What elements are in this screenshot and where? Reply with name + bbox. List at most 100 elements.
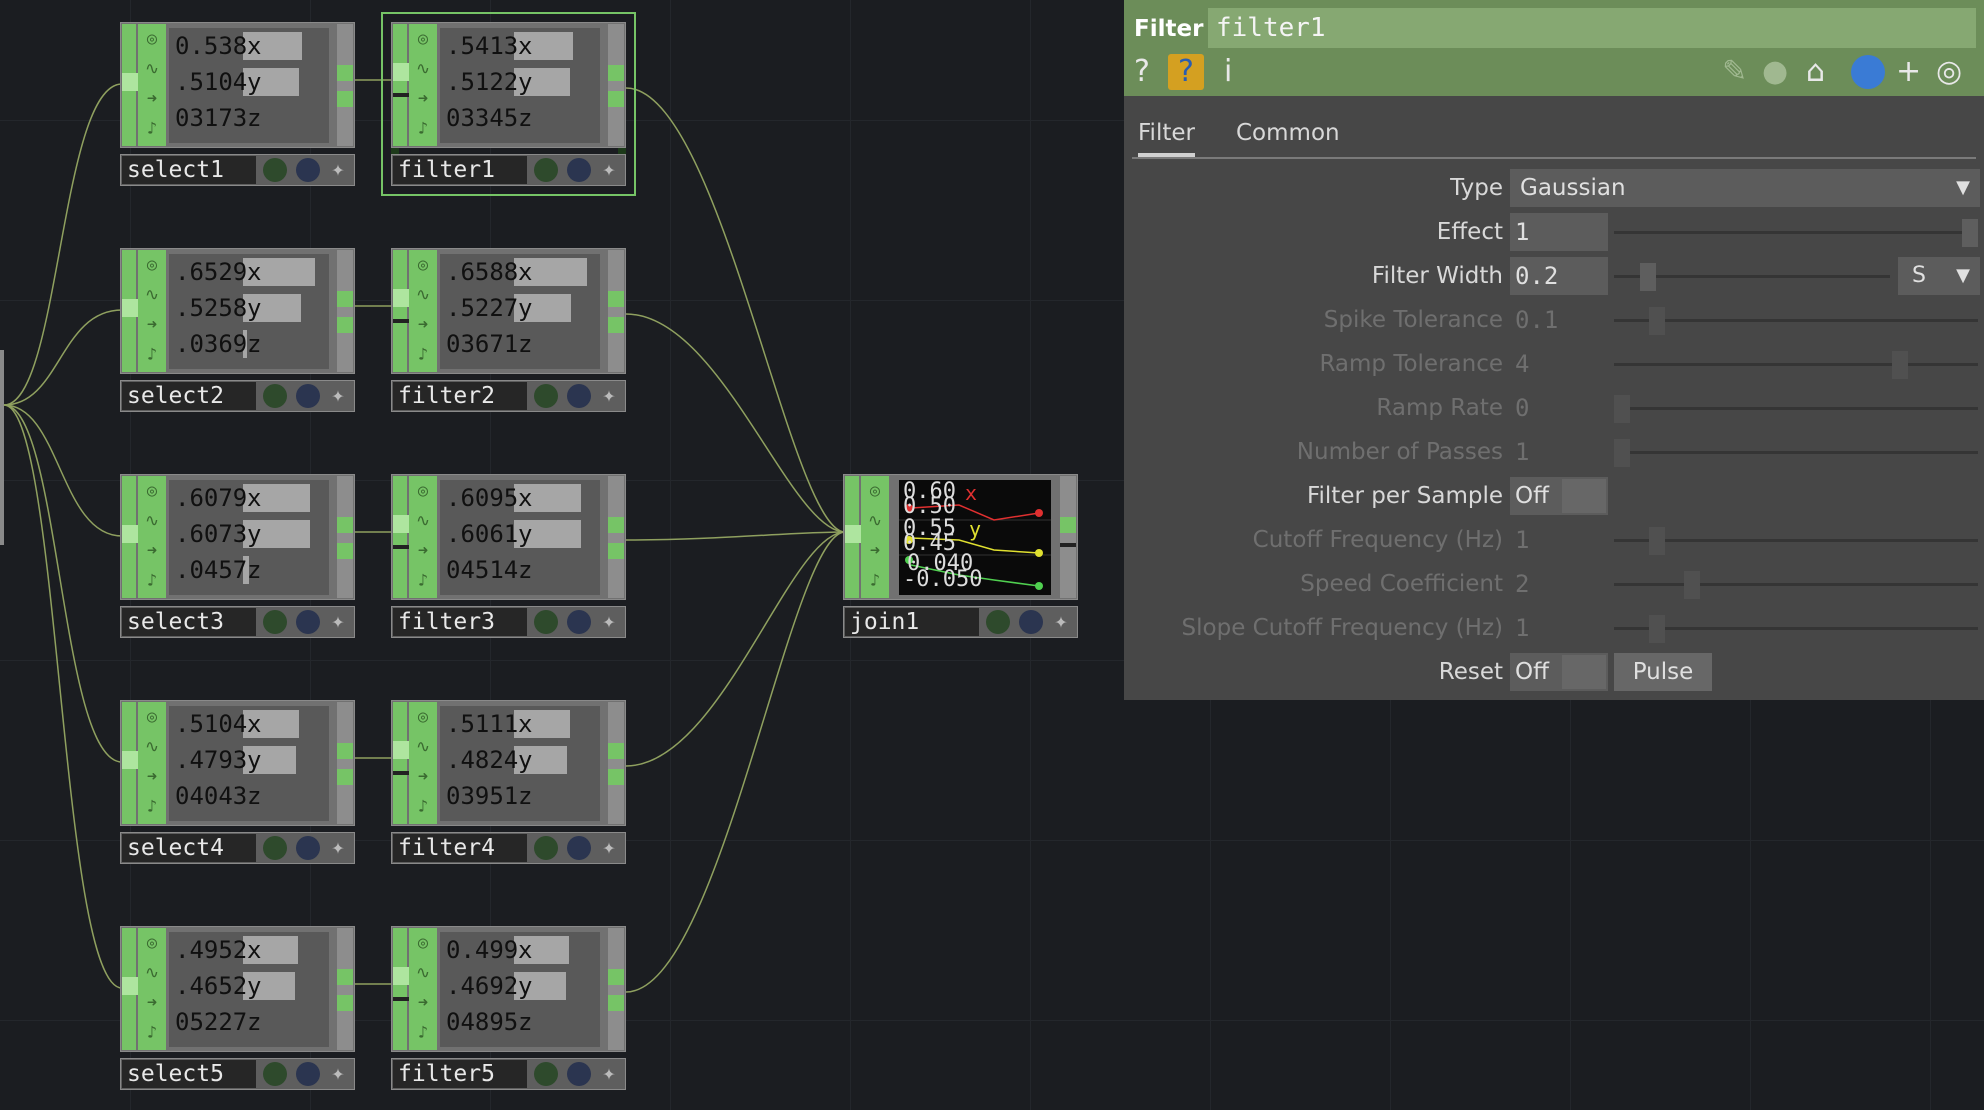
- channel-viewer[interactable]: .4952 x .4652 y 05227 z: [169, 932, 329, 1047]
- select-node[interactable]: ◎ ∿ ➜ ♪ .5104 x .4793 y 04043 z select4 ✦: [120, 700, 355, 864]
- display-flag-icon[interactable]: [263, 1062, 287, 1086]
- param-value-field[interactable]: 1: [1510, 609, 1608, 647]
- slider-knob[interactable]: [1648, 307, 1665, 335]
- param-value-field[interactable]: 0.2: [1510, 257, 1608, 295]
- lock-flag-icon[interactable]: ✦: [597, 158, 621, 182]
- slider-knob[interactable]: [1614, 395, 1630, 423]
- filter-node[interactable]: ◎ ∿ ➜ ♪ .6588 x .5227 y 03671 z filter2 ✦: [391, 248, 626, 412]
- input-wire[interactable]: [3, 309, 123, 406]
- edit-pencil-icon[interactable]: ✎: [1722, 54, 1747, 90]
- input-wire[interactable]: [3, 404, 123, 989]
- lock-flag-icon[interactable]: ✦: [597, 1062, 621, 1086]
- viewer-icon[interactable]: ◎: [138, 928, 166, 958]
- render-flag-icon[interactable]: [296, 1062, 320, 1086]
- chevron-down-icon[interactable]: ▼: [1956, 257, 1970, 295]
- input-connector-secondary[interactable]: [393, 545, 409, 549]
- input-connector-secondary[interactable]: [393, 771, 409, 775]
- output-connector-secondary[interactable]: [337, 543, 353, 559]
- script-tag-icon[interactable]: ⌂: [1806, 54, 1825, 90]
- arrow-right-icon[interactable]: ➜: [138, 310, 166, 340]
- param-slider[interactable]: [1614, 307, 1978, 335]
- output-connector[interactable]: [1060, 517, 1076, 533]
- wave-icon[interactable]: ∿: [138, 280, 166, 310]
- output-connector-secondary[interactable]: [337, 995, 353, 1011]
- lock-flag-icon[interactable]: ✦: [326, 1062, 350, 1086]
- input-connector[interactable]: [122, 977, 138, 995]
- slider-knob[interactable]: [1892, 351, 1909, 379]
- target-icon[interactable]: ◎: [1936, 54, 1962, 90]
- render-flag-icon[interactable]: [567, 610, 591, 634]
- param-value-field[interactable]: 0: [1510, 389, 1608, 427]
- param-slider[interactable]: [1614, 351, 1978, 379]
- input-connector[interactable]: [393, 515, 409, 533]
- channel-viewer[interactable]: .6095 x .6061 y 04514 z: [440, 480, 600, 595]
- output-connector[interactable]: [608, 969, 624, 985]
- output-connector-secondary[interactable]: [608, 995, 624, 1011]
- channel-viewer[interactable]: .5111 x .4824 y 03951 z: [440, 706, 600, 821]
- bypass-icon[interactable]: ♪: [138, 566, 166, 596]
- slider-knob[interactable]: [1962, 219, 1978, 247]
- arrow-right-icon[interactable]: ➜: [409, 84, 437, 114]
- output-connector-secondary[interactable]: [608, 317, 624, 333]
- filter-node[interactable]: ◎ ∿ ➜ ♪ .5413 x .5122 y 03345 z filter1 ✦: [381, 12, 636, 196]
- python-help-icon[interactable]: ?: [1168, 54, 1204, 90]
- info-icon[interactable]: i: [1224, 54, 1232, 90]
- param-slider[interactable]: [1614, 219, 1978, 247]
- node-body[interactable]: ◎ ∿ ➜ ♪ .6529 x .5258 y .0369 z: [120, 248, 355, 374]
- channel-viewer[interactable]: .5413 x .5122 y 03345 z: [440, 28, 600, 143]
- viewer-icon[interactable]: ◎: [138, 702, 166, 732]
- bypass-icon[interactable]: ♪: [138, 340, 166, 370]
- output-connector[interactable]: [337, 291, 353, 307]
- input-connector[interactable]: [393, 289, 409, 307]
- bypass-icon[interactable]: ♪: [409, 792, 437, 822]
- lock-flag-icon[interactable]: ✦: [1049, 610, 1073, 634]
- filter-to-join-wire[interactable]: [625, 531, 846, 993]
- select-node[interactable]: ◎ ∿ ➜ ♪ .6529 x .5258 y .0369 z select2 ✦: [120, 248, 355, 412]
- bypass-icon[interactable]: ♪: [138, 792, 166, 822]
- output-connector[interactable]: [608, 517, 624, 533]
- display-flag-icon[interactable]: [263, 610, 287, 634]
- viewer-icon[interactable]: ◎: [138, 250, 166, 280]
- slider-knob[interactable]: [1640, 263, 1656, 291]
- display-flag-icon[interactable]: [263, 158, 287, 182]
- lock-flag-icon[interactable]: ✦: [597, 610, 621, 634]
- node-body[interactable]: ◎ ∿ ➜ ♪ .6079 x .6073 y .0457 z: [120, 474, 355, 600]
- channel-viewer[interactable]: 0.499 x .4692 y 04895 z: [440, 932, 600, 1047]
- arrow-right-icon[interactable]: ➜: [409, 988, 437, 1018]
- node-body[interactable]: ◎ ∿ ➜ ♪ 0.499 x .4692 y 04895 z: [391, 926, 626, 1052]
- slider-knob[interactable]: [1648, 615, 1665, 643]
- render-flag-icon[interactable]: [567, 836, 591, 860]
- arrow-right-icon[interactable]: ➜: [861, 536, 889, 566]
- render-flag-icon[interactable]: [296, 610, 320, 634]
- output-connector-secondary[interactable]: [608, 543, 624, 559]
- param-slider[interactable]: [1614, 571, 1978, 599]
- comment-icon[interactable]: ●: [1762, 54, 1788, 90]
- wave-icon[interactable]: ∿: [138, 54, 166, 84]
- render-flag-icon[interactable]: [567, 384, 591, 408]
- param-value-field[interactable]: 4: [1510, 345, 1608, 383]
- slider-knob[interactable]: [1683, 571, 1700, 599]
- node-body[interactable]: ◎ ∿ ➜ ♪ .6095 x .6061 y 04514 z: [391, 474, 626, 600]
- channel-viewer[interactable]: .6588 x .5227 y 03671 z: [440, 254, 600, 369]
- help-icon[interactable]: ?: [1134, 54, 1150, 90]
- filter-to-join-wire[interactable]: [625, 531, 846, 541]
- param-value-field[interactable]: 1: [1510, 433, 1608, 471]
- select-node[interactable]: ◎ ∿ ➜ ♪ .6079 x .6073 y .0457 z select3 ✦: [120, 474, 355, 638]
- bypass-icon[interactable]: ♪: [409, 114, 437, 144]
- output-connector-secondary[interactable]: [608, 91, 624, 107]
- bypass-icon[interactable]: ♪: [409, 566, 437, 596]
- arrow-right-icon[interactable]: ➜: [409, 310, 437, 340]
- output-connector[interactable]: [337, 969, 353, 985]
- input-wire[interactable]: [3, 404, 123, 763]
- lock-flag-icon[interactable]: ✦: [597, 384, 621, 408]
- arrow-right-icon[interactable]: ➜: [409, 762, 437, 792]
- render-flag-icon[interactable]: [296, 384, 320, 408]
- filter-node[interactable]: ◎ ∿ ➜ ♪ .6095 x .6061 y 04514 z filter3 ✦: [391, 474, 626, 638]
- tab-filter[interactable]: Filter: [1138, 120, 1195, 157]
- wave-icon[interactable]: ∿: [409, 958, 437, 988]
- node-name[interactable]: select1: [122, 156, 256, 184]
- wave-icon[interactable]: ∿: [409, 280, 437, 310]
- unit-dropdown[interactable]: S ▼: [1898, 257, 1980, 295]
- chevron-down-icon[interactable]: ▼: [1956, 169, 1970, 207]
- input-connector[interactable]: [393, 967, 409, 985]
